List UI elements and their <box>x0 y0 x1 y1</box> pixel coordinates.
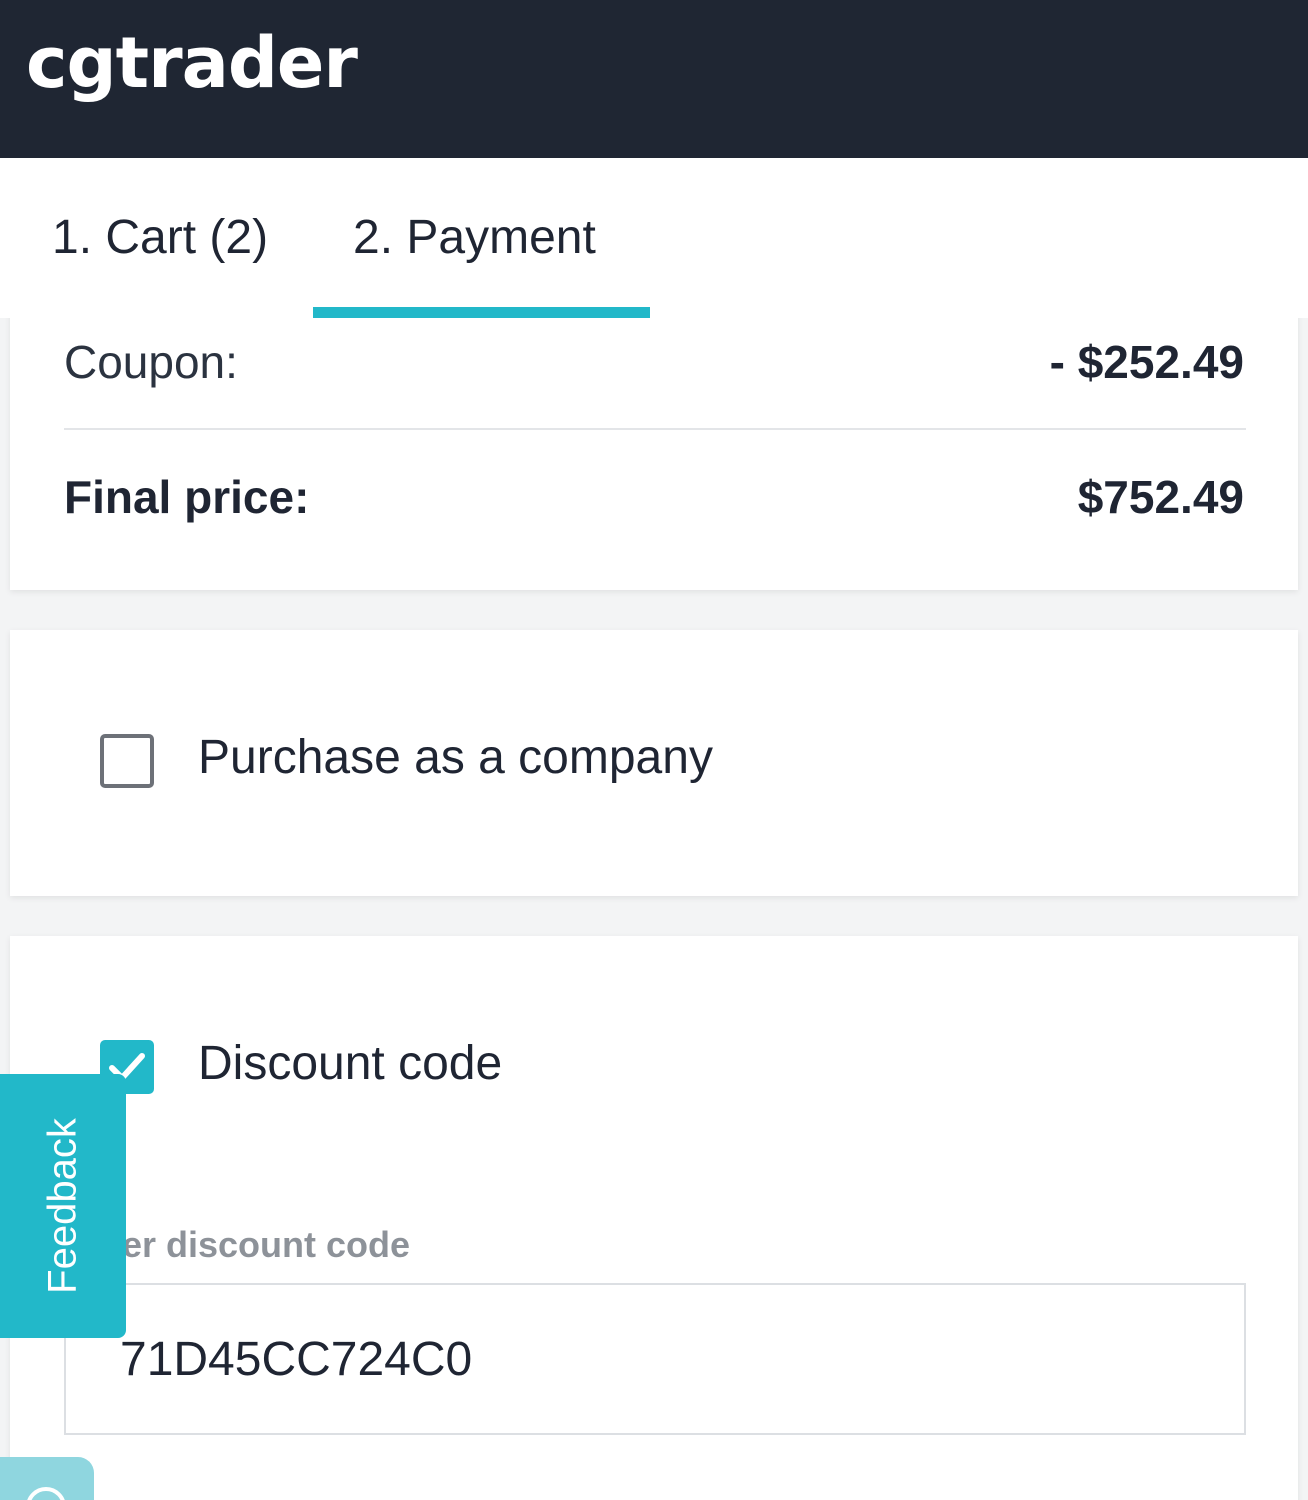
purchase-as-company-checkbox[interactable] <box>100 734 154 788</box>
coupon-value: - $252.49 <box>1049 336 1244 388</box>
checkout-steps: 1. Cart (2) 2. Payment <box>0 158 1308 318</box>
purchase-as-company-label[interactable]: Purchase as a company <box>198 730 713 785</box>
price-summary-card: Coupon: - $252.49 Final price: $752.49 <box>10 300 1298 590</box>
discount-code-card: Discount code Enter discount code <box>10 936 1298 1500</box>
chat-button[interactable] <box>0 1457 94 1500</box>
coupon-label: Coupon: <box>64 336 238 388</box>
active-tab-indicator <box>313 307 650 318</box>
final-price-label: Final price: <box>64 471 310 523</box>
feedback-button[interactable]: Feedback <box>0 1074 126 1338</box>
tab-cart[interactable]: 1. Cart (2) <box>52 210 268 265</box>
top-header: cgtrader <box>0 0 1308 158</box>
cgtrader-logo[interactable]: cgtrader <box>26 22 358 104</box>
final-price-value: $752.49 <box>1077 471 1244 523</box>
chat-icon <box>27 1487 65 1500</box>
tab-payment[interactable]: 2. Payment <box>353 210 596 265</box>
summary-divider <box>64 428 1246 430</box>
checkout-page: cgtrader 1. Cart (2) 2. Payment Coupon: … <box>0 0 1308 1500</box>
company-purchase-card: Purchase as a company <box>10 630 1298 896</box>
discount-code-label[interactable]: Discount code <box>198 1036 502 1091</box>
discount-code-input[interactable] <box>64 1283 1246 1435</box>
feedback-label: Feedback <box>40 1118 85 1294</box>
